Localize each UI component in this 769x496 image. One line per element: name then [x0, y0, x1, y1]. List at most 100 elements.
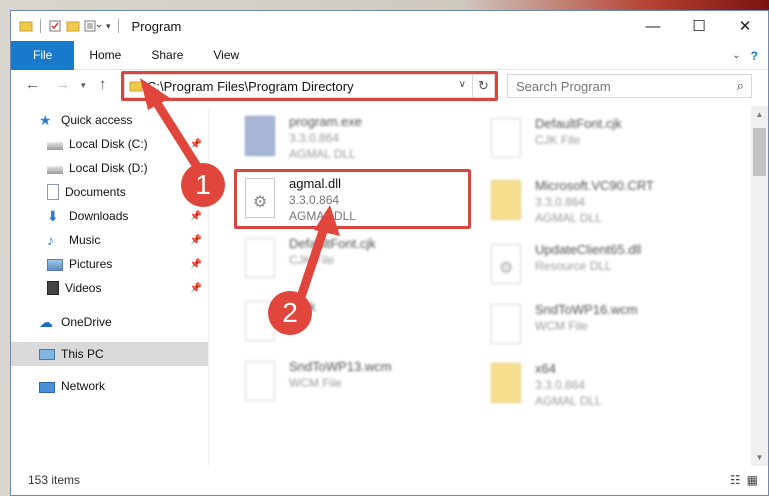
large-icons-view-icon[interactable]: ▦: [747, 473, 758, 487]
drive-icon: [47, 142, 63, 150]
close-button[interactable]: ✕: [722, 11, 768, 41]
file-type: WCM File: [289, 376, 342, 390]
sidebar-item-label: This PC: [61, 347, 104, 361]
details-view-icon[interactable]: ☷: [730, 473, 741, 487]
status-bar: 153 items ☷ ▦: [11, 465, 768, 495]
sidebar-item-label: Quick access: [61, 113, 133, 127]
search-input[interactable]: Search Program: [516, 79, 611, 94]
sidebar-item-local-disk-c[interactable]: Local Disk (C:) 📌: [11, 132, 208, 156]
toolbar-separator: [40, 19, 41, 33]
scrollbar-thumb[interactable]: [753, 128, 766, 176]
file-name: SndToWP13.wcm: [289, 359, 392, 374]
sidebar-item-label: Videos: [65, 281, 102, 295]
pin-icon[interactable]: 📌: [190, 211, 202, 222]
help-icon[interactable]: ?: [751, 49, 758, 63]
file-list: program.exe 3.3.0.864 AGMAL DLL ⚙ agmal.…: [209, 106, 745, 466]
file-icon: [485, 302, 525, 350]
sidebar-item-local-disk-d[interactable]: Local Disk (D:): [11, 156, 208, 180]
chevron-down-icon[interactable]: ▾: [106, 21, 111, 32]
sidebar-item-onedrive[interactable]: ☁ OneDrive: [11, 310, 208, 334]
up-arrow-icon[interactable]: ↑: [99, 76, 107, 93]
file-name: DefaultFont.cjk: [289, 236, 376, 251]
file-type: CJK File: [289, 253, 335, 267]
toolbar-separator: [117, 19, 119, 33]
search-icon[interactable]: ⌕: [737, 78, 744, 94]
tab-view[interactable]: View: [198, 41, 254, 70]
vertical-scrollbar[interactable]: ▲ ▼: [751, 106, 768, 466]
file-type: Resource DLL: [535, 259, 612, 273]
file-item-program-exe[interactable]: program.exe 3.3.0.864 AGMAL DLL: [239, 114, 469, 174]
documents-icon: [47, 184, 59, 200]
music-icon: ♪: [47, 232, 54, 248]
file-name: Microsoft.VC90.CRT: [535, 178, 654, 193]
back-arrow-icon[interactable]: ←: [25, 76, 40, 93]
sidebar-item-label: Music: [69, 233, 101, 247]
tab-file[interactable]: File: [11, 40, 75, 70]
pin-icon[interactable]: 📌: [190, 235, 202, 246]
file-name: DefaultFont.cjk: [535, 116, 622, 131]
file-version: 3.3.0.864: [535, 378, 586, 392]
file-item-defaultfont-cjk[interactable]: DefaultFont.cjk CJK File: [485, 116, 715, 176]
file-name: UpdateClient65.dll: [535, 242, 642, 257]
sidebar-item-pictures[interactable]: Pictures 📌: [11, 252, 208, 276]
sidebar-item-quick-access[interactable]: ★ Quick access: [11, 108, 208, 132]
file-description: AGMAL DLL: [535, 394, 602, 408]
sidebar-item-label: OneDrive: [61, 315, 112, 329]
file-item-microsoft-vc90-crt[interactable]: Microsoft.VC90.CRT 3.3.0.864 AGMAL DLL: [485, 178, 715, 238]
pictures-icon: [47, 259, 63, 271]
file-icon: [239, 236, 279, 284]
recent-locations-chevron-icon[interactable]: ▾: [81, 80, 86, 91]
file-item-updateclient65-dll[interactable]: ⚙ UpdateClient65.dll Resource DLL: [485, 242, 715, 302]
forward-arrow-icon[interactable]: →: [55, 76, 70, 93]
file-type: WCM File: [535, 319, 588, 333]
customize-icon[interactable]: [84, 19, 102, 33]
navigation-bar: ← → ▾ ↑ C:\Program Files\Program Directo…: [11, 70, 768, 101]
drive-icon: [47, 166, 63, 174]
sidebar-item-label: Local Disk (C:): [69, 137, 148, 151]
folder-icon: [485, 361, 525, 409]
cloud-icon: ☁: [39, 314, 53, 330]
exe-icon: [239, 114, 279, 162]
new-folder-icon[interactable]: [66, 19, 80, 33]
file-version: 3.3.0.864: [289, 131, 340, 145]
title-bar: ▾ Program — ☐ ✕: [11, 11, 768, 41]
scroll-up-arrow-icon[interactable]: ▲: [751, 106, 768, 123]
minimize-button[interactable]: —: [630, 11, 676, 41]
maximize-button[interactable]: ☐: [676, 11, 722, 41]
file-item-defaultfont-cjk[interactable]: DefaultFont.cjk CJK File: [239, 236, 469, 296]
file-description: AGMAL DLL: [535, 211, 602, 225]
file-icon: [485, 116, 525, 164]
sidebar-item-documents[interactable]: Documents: [11, 180, 208, 204]
scroll-down-arrow-icon[interactable]: ▼: [751, 449, 768, 466]
sidebar-item-label: Pictures: [69, 257, 113, 271]
quick-access-toolbar: ▾: [11, 19, 122, 33]
sidebar-item-music[interactable]: ♪ Music 📌: [11, 228, 208, 252]
file-highlight-box: [234, 169, 471, 229]
sidebar-item-label: Local Disk (D:): [69, 161, 148, 175]
file-item-sndtowp13-wcm[interactable]: SndToWP13.wcm WCM File: [239, 359, 469, 419]
folder-icon: [19, 21, 33, 32]
pin-icon[interactable]: 📌: [190, 259, 202, 270]
sidebar-item-network[interactable]: Network: [11, 374, 208, 398]
expand-ribbon-icon[interactable]: ⌄: [732, 50, 740, 61]
window-controls: — ☐ ✕: [630, 11, 768, 41]
sidebar-item-label: Downloads: [69, 209, 129, 223]
sidebar-item-videos[interactable]: Videos 📌: [11, 276, 208, 300]
step-1-badge: 1: [181, 163, 225, 207]
file-item-x64[interactable]: x64 3.3.0.864 AGMAL DLL: [485, 361, 715, 421]
tab-home[interactable]: Home: [74, 41, 136, 70]
videos-icon: [47, 281, 59, 295]
sidebar-item-downloads[interactable]: ⬇ Downloads 📌: [11, 204, 208, 228]
sidebar-item-this-pc[interactable]: This PC: [11, 342, 208, 366]
file-icon: [239, 359, 279, 407]
step-2-badge: 2: [268, 291, 312, 335]
pin-icon[interactable]: 📌: [190, 283, 202, 294]
search-box[interactable]: Search Program ⌕: [507, 74, 752, 98]
pin-icon[interactable]: 📌: [190, 139, 202, 150]
computer-icon: [39, 349, 55, 360]
sidebar-item-label: Documents: [65, 185, 126, 199]
tab-share[interactable]: Share: [136, 41, 198, 70]
dll-gear-icon: ⚙: [485, 242, 525, 290]
file-item-sndtowp16-wcm[interactable]: SndToWP16.wcm WCM File: [485, 302, 715, 362]
properties-icon[interactable]: [48, 19, 62, 33]
